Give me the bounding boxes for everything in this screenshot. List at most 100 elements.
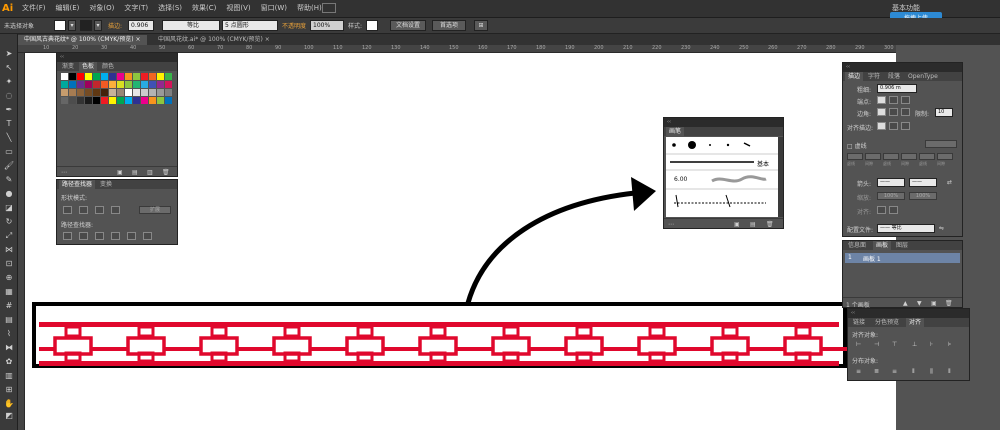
divide-icon[interactable] xyxy=(63,232,72,240)
minus-front-icon[interactable] xyxy=(79,206,88,214)
tab-pathfinder[interactable]: 路径查找器 xyxy=(59,180,96,189)
color-swatch[interactable] xyxy=(157,97,164,104)
crop-icon[interactable] xyxy=(111,232,120,240)
stroke-swatch[interactable] xyxy=(80,20,92,31)
new-color-group-icon[interactable]: ▥ xyxy=(147,169,153,176)
stroke-dropdown-icon[interactable]: ▾ xyxy=(94,20,102,31)
tab-opentype[interactable]: OpenType xyxy=(905,72,941,81)
opacity-field[interactable]: 100% xyxy=(310,20,344,31)
flip-profile-icon[interactable]: ⇋ xyxy=(939,225,944,232)
color-swatch[interactable] xyxy=(125,73,132,80)
end-scale-field[interactable]: 100% xyxy=(909,192,937,200)
rotate-tool-icon[interactable]: ↻ xyxy=(3,216,15,228)
blend-tool-icon[interactable]: ⧓ xyxy=(3,342,15,354)
color-swatch[interactable] xyxy=(157,81,164,88)
intersect-icon[interactable] xyxy=(95,206,104,214)
tab-character[interactable]: 字符 xyxy=(865,72,883,81)
color-swatch[interactable] xyxy=(117,73,124,80)
minus-back-icon[interactable] xyxy=(143,232,152,240)
color-swatch[interactable] xyxy=(117,89,124,96)
color-swatch[interactable] xyxy=(141,89,148,96)
color-swatch[interactable] xyxy=(141,73,148,80)
merge-icon[interactable] xyxy=(95,232,104,240)
preferences-button[interactable]: 首选项 xyxy=(432,20,466,31)
column-graph-icon[interactable]: ▥ xyxy=(3,370,15,382)
panel-grip[interactable]: ‹‹ xyxy=(57,53,177,62)
color-swatch[interactable] xyxy=(77,73,84,80)
miter-join-icon[interactable] xyxy=(877,108,886,116)
stroke-weight-label[interactable]: 描边: xyxy=(108,21,122,30)
brush-scrollbar[interactable] xyxy=(778,137,783,217)
fill-dropdown-icon[interactable]: ▾ xyxy=(68,20,76,31)
tab-document-1[interactable]: 中国风古典花纹* @ 100% (CMYK/预览) × xyxy=(18,35,147,45)
color-swatch[interactable] xyxy=(93,97,100,104)
butt-cap-icon[interactable] xyxy=(877,96,886,104)
color-swatch[interactable] xyxy=(61,97,68,104)
tab-separations[interactable]: 分色预览 xyxy=(872,318,902,327)
color-swatch[interactable] xyxy=(133,97,140,104)
tab-swatches[interactable]: 色板 xyxy=(79,62,98,71)
panel-grip[interactable]: ‹‹ xyxy=(843,63,962,72)
color-swatch[interactable] xyxy=(117,81,124,88)
start-arrowhead-select[interactable]: —— xyxy=(877,178,905,187)
swap-arrows-icon[interactable]: ⇄ xyxy=(947,179,952,186)
menu-effect[interactable]: 效果(C) xyxy=(192,3,216,13)
tab-links[interactable]: 链接 xyxy=(850,318,868,327)
color-swatch[interactable] xyxy=(109,81,116,88)
panel-grip[interactable]: ‹‹ xyxy=(848,309,969,318)
color-swatch[interactable] xyxy=(101,73,108,80)
color-swatch[interactable] xyxy=(165,97,172,104)
color-swatch[interactable] xyxy=(109,89,116,96)
mesh-tool-icon[interactable]: # xyxy=(3,300,15,312)
color-swatch[interactable] xyxy=(157,73,164,80)
color-swatch[interactable] xyxy=(149,73,156,80)
arrange-documents-icon[interactable]: ⊞ xyxy=(474,20,488,31)
color-swatch[interactable] xyxy=(141,97,148,104)
profile-select[interactable]: —— 等比 xyxy=(877,224,935,233)
artboard-row[interactable]: 1 画板 1 xyxy=(845,253,960,263)
align-left-icon[interactable]: ⊢ xyxy=(856,341,861,348)
eyedropper-icon[interactable]: ⌇ xyxy=(3,328,15,340)
symbol-sprayer-icon[interactable]: ✿ xyxy=(3,356,15,368)
new-artboard-icon[interactable]: ▣ xyxy=(931,300,937,307)
menu-window[interactable]: 窗口(W) xyxy=(261,3,287,13)
color-swatch[interactable] xyxy=(117,97,124,104)
limit-field[interactable]: 10 xyxy=(935,108,953,117)
color-swatch[interactable] xyxy=(109,73,116,80)
menu-object[interactable]: 对象(O) xyxy=(89,3,114,13)
move-down-icon[interactable]: ▼ xyxy=(917,300,922,307)
color-swatch[interactable] xyxy=(165,81,172,88)
eraser-icon[interactable]: ◪ xyxy=(3,202,15,214)
color-swatch[interactable] xyxy=(93,89,100,96)
delete-swatch-icon[interactable]: 🗑 xyxy=(162,169,170,176)
round-cap-icon[interactable] xyxy=(889,96,898,104)
menu-help[interactable]: 帮助(H) xyxy=(297,3,322,13)
tab-align[interactable]: 对齐 xyxy=(906,318,925,327)
exclude-icon[interactable] xyxy=(111,206,120,214)
tab-paragraph[interactable]: 段落 xyxy=(885,72,903,81)
align-inside-icon[interactable] xyxy=(889,122,898,130)
arrow-align-icon-1[interactable] xyxy=(877,206,886,214)
vertical-ruler[interactable] xyxy=(18,53,25,430)
color-swatch[interactable] xyxy=(165,73,172,80)
close-icon[interactable]: × xyxy=(135,36,140,43)
fill-stroke-icon[interactable]: ◩ xyxy=(3,410,15,422)
outline-icon[interactable] xyxy=(127,232,136,240)
perspective-grid-icon[interactable]: ▦ xyxy=(3,286,15,298)
color-swatch[interactable] xyxy=(125,89,132,96)
tab-document-2[interactable]: 中国风花纹.ai* @ 100% (CMYK/预览) × xyxy=(152,35,276,45)
hand-tool-icon[interactable]: ✋ xyxy=(3,398,15,410)
tab-brushes[interactable]: 画笔 xyxy=(666,127,685,136)
menu-file[interactable]: 文件(F) xyxy=(22,3,46,13)
align-vcenter-icon[interactable]: ⊦ xyxy=(930,341,933,348)
direct-selection-icon[interactable]: ↖ xyxy=(3,62,15,74)
color-swatch[interactable] xyxy=(149,81,156,88)
tab-stroke[interactable]: 描边 xyxy=(845,72,864,81)
dashed-line-checkbox[interactable]: □ 虚线 xyxy=(847,141,867,150)
color-swatch[interactable] xyxy=(77,81,84,88)
color-swatch[interactable] xyxy=(101,89,108,96)
color-swatch[interactable] xyxy=(101,81,108,88)
color-swatch[interactable] xyxy=(125,97,132,104)
magic-wand-icon[interactable]: ✦ xyxy=(3,76,15,88)
arrow-align-icon-2[interactable] xyxy=(889,206,898,214)
